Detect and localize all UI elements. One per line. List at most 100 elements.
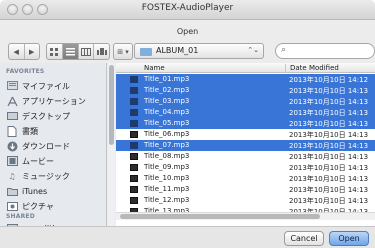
sidebar-scrollbar[interactable] xyxy=(108,63,115,226)
horizontal-scroll-thumb[interactable] xyxy=(120,214,320,219)
sidebar-item-label: 書類 xyxy=(22,126,38,136)
back-button[interactable]: ◀ xyxy=(9,44,25,59)
icon-view-button[interactable] xyxy=(47,44,63,59)
file-row[interactable]: Title_06.mp3 2013年10月10日 14:13 xyxy=(116,129,375,140)
audio-file-icon xyxy=(130,87,138,94)
file-name: Title_11.mp3 xyxy=(144,185,190,193)
location-popup[interactable]: ALBUM_01 ⌃⌄ xyxy=(134,43,264,59)
audio-file-icon xyxy=(130,197,138,204)
file-date: 2013年10月10日 14:13 xyxy=(289,131,369,139)
dialog-button-bar: Cancel Open xyxy=(0,226,375,248)
location-name: ALBUM_01 xyxy=(156,46,199,55)
cancel-button[interactable]: Cancel xyxy=(284,231,324,246)
sidebar-scroll-thumb[interactable] xyxy=(109,65,114,145)
search-field[interactable]: ⌕ xyxy=(275,43,375,59)
popup-stepper-icon: ⌃⌄ xyxy=(247,46,259,54)
sidebar-item-all-my-files[interactable]: マイファイル xyxy=(0,79,106,93)
audio-file-icon xyxy=(130,175,138,182)
arrange-menu-button[interactable]: ⊞ ▾ xyxy=(113,43,133,60)
audio-file-icon xyxy=(130,142,138,149)
all-my-files-icon xyxy=(6,80,18,92)
file-row[interactable]: Title_03.mp3 2013年10月10日 14:13 xyxy=(116,96,375,107)
coverflow-view-icon xyxy=(96,47,107,55)
open-button[interactable]: Open xyxy=(329,231,369,246)
open-dialog-window: FOSTEX-AudioPlayer Open ◀ ▶ ⊞ ▾ ALBUM_01… xyxy=(0,0,375,248)
file-date: 2013年10月10日 14:13 xyxy=(289,120,369,128)
audio-file-icon xyxy=(130,131,138,138)
sidebar-item-applications[interactable]: アプリケーション xyxy=(0,94,106,108)
file-row[interactable]: Title_09.mp3 2013年10月10日 14:13 xyxy=(116,162,375,173)
file-name: Title_09.mp3 xyxy=(144,163,190,171)
documents-icon xyxy=(6,125,18,137)
applications-icon xyxy=(6,95,18,107)
column-header-date-modified[interactable]: Date Modified xyxy=(285,64,339,73)
sidebar-item-documents[interactable]: 書類 xyxy=(0,124,106,138)
file-date: 2013年10月10日 14:13 xyxy=(289,153,369,161)
file-row[interactable]: Title_12.mp3 2013年10月10日 14:13 xyxy=(116,195,375,206)
shared-header: SHARED xyxy=(6,213,35,220)
file-date: 2013年10月10日 14:13 xyxy=(289,164,369,172)
file-date: 2013年10月10日 14:13 xyxy=(289,197,369,205)
file-name: Title_07.mp3 xyxy=(144,141,190,149)
file-date: 2013年10月10日 14:13 xyxy=(289,87,369,95)
sidebar-item-itunes[interactable]: iTunes xyxy=(0,184,106,198)
icon-view-icon xyxy=(50,47,59,56)
favorites-header: FAVORITES xyxy=(6,68,45,75)
folder-icon xyxy=(140,48,152,56)
file-name: Title_03.mp3 xyxy=(144,97,190,105)
magnifier-icon: ⌕ xyxy=(281,45,287,55)
dialog-label: Open xyxy=(176,27,199,36)
file-row[interactable]: Title_02.mp3 2013年10月10日 14:13 xyxy=(116,85,375,96)
audio-file-icon xyxy=(130,109,138,116)
column-view-icon xyxy=(80,47,91,56)
file-name: Title_10.mp3 xyxy=(144,174,190,182)
file-name: Title_04.mp3 xyxy=(144,108,190,116)
sidebar-item-label: デスクトップ xyxy=(22,111,70,121)
audio-file-icon xyxy=(130,164,138,171)
music-icon: ♫ xyxy=(8,171,16,181)
file-row[interactable]: Title_08.mp3 2013年10月10日 14:13 xyxy=(116,151,375,162)
sidebar-item-label: iTunes xyxy=(22,186,48,196)
view-mode-control xyxy=(46,43,110,60)
sidebar-item-label: ミュージック xyxy=(22,171,70,181)
file-name: Title_06.mp3 xyxy=(144,130,190,138)
sidebar-item-movies[interactable]: ムービー xyxy=(0,154,106,168)
file-list-horizontal-scrollbar[interactable] xyxy=(116,212,375,220)
file-date: 2013年10月10日 14:13 xyxy=(289,175,369,183)
audio-file-icon xyxy=(130,186,138,193)
sidebar-item-desktop[interactable]: デスクトップ xyxy=(0,109,106,123)
sidebar-item-music[interactable]: ♫ ミュージック xyxy=(0,169,106,183)
column-view-button[interactable] xyxy=(79,44,95,59)
sidebar-item-label: マイファイル xyxy=(22,81,70,91)
downloads-icon xyxy=(6,140,18,152)
file-row[interactable]: Title_11.mp3 2013年10月10日 14:13 xyxy=(116,184,375,195)
pictures-icon xyxy=(6,200,18,212)
file-date: 2013年10月10日 14:12 xyxy=(289,76,369,84)
column-header-name[interactable]: Name xyxy=(144,64,165,72)
movies-icon xyxy=(6,155,18,167)
arrange-icon: ⊞ ▾ xyxy=(117,47,129,56)
audio-file-icon xyxy=(130,120,138,127)
file-date: 2013年10月10日 14:13 xyxy=(289,186,369,194)
file-name: Title_01.mp3 xyxy=(144,75,190,83)
forward-button[interactable]: ▶ xyxy=(25,44,40,59)
coverflow-view-button[interactable] xyxy=(94,44,109,59)
sidebar-item-pictures[interactable]: ピクチャ xyxy=(0,199,106,213)
sidebar-item-label: アプリケーション xyxy=(22,96,86,106)
file-row[interactable]: Title_01.mp3 2013年10月10日 14:12 xyxy=(116,74,375,85)
file-row[interactable]: Title_07.mp3 2013年10月10日 14:13 xyxy=(116,140,375,151)
window-title: FOSTEX-AudioPlayer xyxy=(141,3,234,13)
desktop-icon xyxy=(6,110,18,122)
list-view-icon xyxy=(65,47,75,55)
file-row[interactable]: Title_04.mp3 2013年10月10日 14:13 xyxy=(116,107,375,118)
list-view-button[interactable] xyxy=(62,44,79,59)
sidebar-item-label: ムービー xyxy=(22,156,54,166)
audio-file-icon xyxy=(130,76,138,83)
title-bar[interactable]: FOSTEX-AudioPlayer xyxy=(0,0,375,20)
file-name: Title_08.mp3 xyxy=(144,152,190,160)
audio-file-icon xyxy=(130,98,138,105)
back-forward-control: ◀ ▶ xyxy=(8,43,40,60)
file-row[interactable]: Title_10.mp3 2013年10月10日 14:13 xyxy=(116,173,375,184)
sidebar-item-downloads[interactable]: ダウンロード xyxy=(0,139,106,153)
file-row[interactable]: Title_05.mp3 2013年10月10日 14:13 xyxy=(116,118,375,129)
